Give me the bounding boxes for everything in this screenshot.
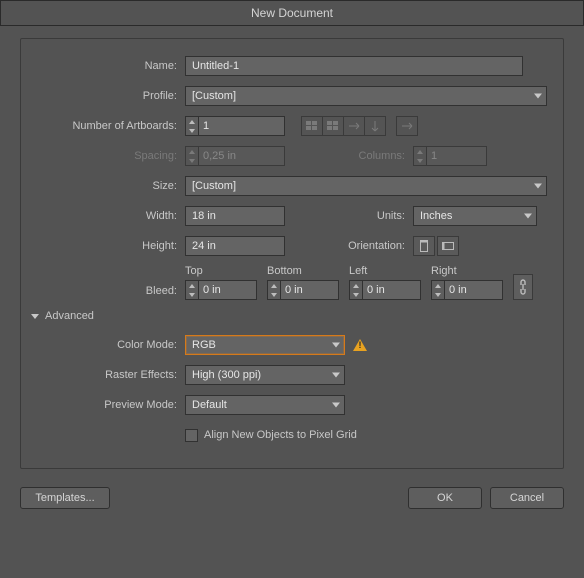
color-mode-select[interactable]: RGB <box>185 335 345 355</box>
rtl-toggle-icon[interactable] <box>396 116 418 136</box>
chevron-down-icon <box>534 184 542 189</box>
arrange-column-icon[interactable] <box>364 116 386 136</box>
warning-icon <box>353 339 367 351</box>
preview-mode-select[interactable]: Default <box>185 395 345 415</box>
new-document-dialog: New Document Name: Profile: [Custom] Num… <box>0 0 584 578</box>
dialog-title: New Document <box>0 0 584 26</box>
advanced-section-toggle[interactable]: Advanced <box>31 310 549 322</box>
grid-by-column-icon[interactable] <box>322 116 344 136</box>
bleed-top-input[interactable] <box>199 280 257 300</box>
units-label: Units: <box>285 210 413 222</box>
align-checkbox[interactable] <box>185 429 198 442</box>
bleed-right-input[interactable] <box>445 280 503 300</box>
artboards-label: Number of Artboards: <box>35 120 185 132</box>
orientation-portrait-button[interactable] <box>413 236 435 256</box>
bleed-bottom-input[interactable] <box>281 280 339 300</box>
color-mode-label: Color Mode: <box>35 339 185 351</box>
bleed-left-input[interactable] <box>363 280 421 300</box>
size-label: Size: <box>35 180 185 192</box>
name-input[interactable] <box>185 56 523 76</box>
artboard-layout-group <box>301 116 386 136</box>
triangle-down-icon <box>31 314 39 319</box>
chevron-down-icon <box>332 403 340 408</box>
bleed-left-label: Left <box>349 265 421 277</box>
arrange-row-icon[interactable] <box>343 116 365 136</box>
height-label: Height: <box>35 240 185 252</box>
raster-effects-select[interactable]: High (300 ppi) <box>185 365 345 385</box>
chevron-down-icon <box>332 373 340 378</box>
grid-by-row-icon[interactable] <box>301 116 323 136</box>
height-input[interactable] <box>185 236 285 256</box>
settings-panel: Name: Profile: [Custom] Number of Artboa… <box>20 38 564 469</box>
bleed-right-label: Right <box>431 265 503 277</box>
columns-stepper <box>413 146 487 166</box>
link-bleed-button[interactable] <box>513 274 533 300</box>
columns-input <box>427 146 487 166</box>
width-input[interactable] <box>185 206 285 226</box>
artboards-input[interactable] <box>199 116 285 136</box>
align-label: Align New Objects to Pixel Grid <box>204 429 357 441</box>
bleed-bottom-stepper[interactable] <box>267 280 339 300</box>
units-select[interactable]: Inches <box>413 206 537 226</box>
bleed-bottom-label: Bottom <box>267 265 339 277</box>
profile-select[interactable]: [Custom] <box>185 86 547 106</box>
raster-effects-label: Raster Effects: <box>35 369 185 381</box>
size-value: [Custom] <box>192 180 236 192</box>
preview-mode-label: Preview Mode: <box>35 399 185 411</box>
spacing-label: Spacing: <box>35 150 185 162</box>
chevron-down-icon <box>534 94 542 99</box>
cancel-button[interactable]: Cancel <box>490 487 564 509</box>
bleed-top-stepper[interactable] <box>185 280 257 300</box>
units-value: Inches <box>420 210 452 222</box>
bleed-top-label: Top <box>185 265 257 277</box>
templates-button[interactable]: Templates... <box>20 487 110 509</box>
spacing-stepper <box>185 146 285 166</box>
advanced-label: Advanced <box>45 310 94 322</box>
profile-value: [Custom] <box>192 90 236 102</box>
orientation-label: Orientation: <box>285 240 413 252</box>
chevron-down-icon <box>524 214 532 219</box>
chevron-down-icon <box>332 343 340 348</box>
size-select[interactable]: [Custom] <box>185 176 547 196</box>
bleed-right-stepper[interactable] <box>431 280 503 300</box>
orientation-landscape-button[interactable] <box>437 236 459 256</box>
color-mode-value: RGB <box>192 339 216 351</box>
preview-mode-value: Default <box>192 399 227 411</box>
width-label: Width: <box>35 210 185 222</box>
columns-label: Columns: <box>285 150 413 162</box>
raster-effects-value: High (300 ppi) <box>192 369 261 381</box>
ok-button[interactable]: OK <box>408 487 482 509</box>
bleed-left-stepper[interactable] <box>349 280 421 300</box>
profile-label: Profile: <box>35 90 185 102</box>
bleed-label: Bleed: <box>35 285 185 297</box>
artboards-stepper[interactable] <box>185 116 285 136</box>
name-label: Name: <box>35 60 185 72</box>
spacing-input <box>199 146 285 166</box>
